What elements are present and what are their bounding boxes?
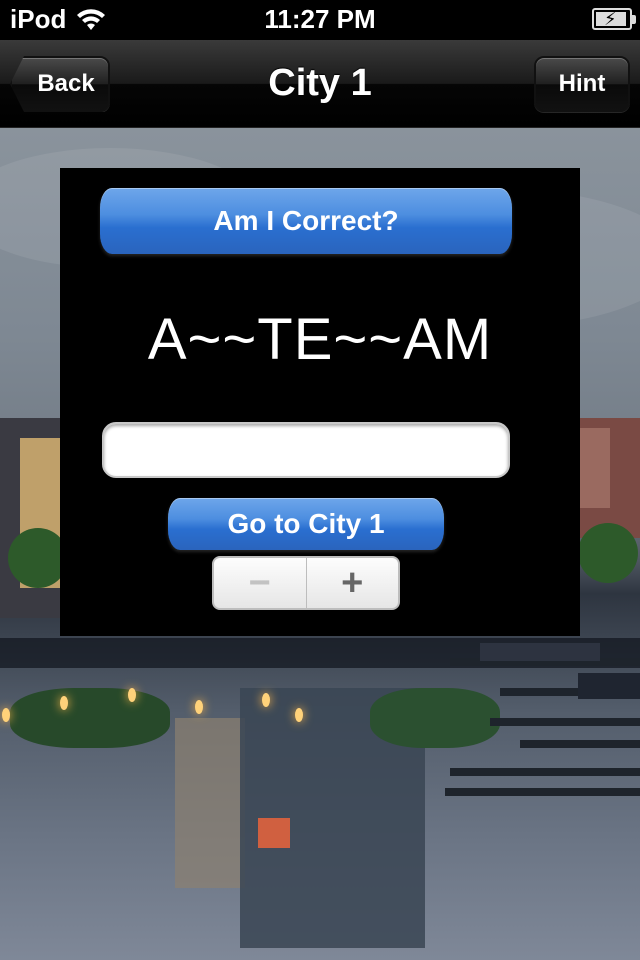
stepper-minus-button[interactable]: − bbox=[214, 558, 307, 608]
puzzle-panel: Am I Correct? A~~TE~~AM Go to City 1 − + bbox=[60, 168, 580, 636]
status-right: ⚡ bbox=[592, 8, 636, 30]
status-bar: iPod 11:27 PM ⚡ bbox=[0, 0, 640, 40]
navigation-bar: Back City 1 Hint bbox=[0, 40, 640, 128]
go-to-city-button[interactable]: Go to City 1 bbox=[168, 498, 444, 550]
bolt-icon: ⚡ bbox=[604, 9, 617, 29]
stepper-plus-button[interactable]: + bbox=[307, 558, 399, 608]
answer-input[interactable] bbox=[102, 422, 510, 478]
am-i-correct-button[interactable]: Am I Correct? bbox=[100, 188, 512, 254]
status-time: 11:27 PM bbox=[264, 4, 376, 34]
puzzle-word: A~~TE~~AM bbox=[147, 307, 493, 372]
hint-button[interactable]: Hint bbox=[534, 56, 630, 112]
battery-charging-icon: ⚡ bbox=[592, 8, 636, 30]
stepper: − + bbox=[212, 556, 400, 610]
